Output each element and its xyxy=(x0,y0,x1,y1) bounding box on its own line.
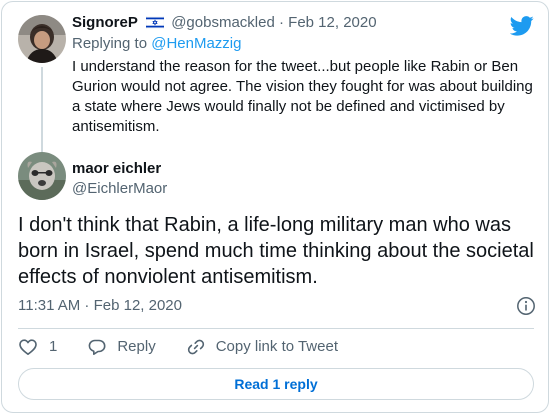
like-button[interactable]: 1 xyxy=(18,336,57,358)
tweet-timestamp[interactable]: 11:31 AM · Feb 12, 2020 xyxy=(18,297,182,314)
reply-button[interactable]: Reply xyxy=(87,336,156,358)
main-tweet-author: maor eichler @EichlerMaor xyxy=(18,152,528,204)
main-author-handle[interactable]: @EichlerMaor xyxy=(72,179,167,199)
parent-tweet-body: SignoreP @gobsmackled · Feb 12, 2020 Rep… xyxy=(72,13,533,137)
copy-link-button[interactable]: Copy link to Tweet xyxy=(186,336,338,358)
tweet-meta-row: 11:31 AM · Feb 12, 2020 xyxy=(18,296,536,316)
link-icon xyxy=(187,339,204,355)
parent-date-separator: · xyxy=(278,14,284,31)
reply-label: Reply xyxy=(117,338,156,355)
read-replies-button[interactable]: Read 1 reply xyxy=(18,368,534,400)
israel-flag-icon xyxy=(146,16,165,29)
replying-to-line: Replying to @HenMazzig xyxy=(72,34,532,54)
main-avatar[interactable] xyxy=(18,152,66,200)
parent-author-handle[interactable]: @gobsmackled xyxy=(171,14,275,31)
main-tweet-text: I don't think that Rabin, a life-long mi… xyxy=(18,214,534,288)
tweet-embed-card: SignoreP @gobsmackled · Feb 12, 2020 Rep… xyxy=(1,1,549,413)
parent-author-row: SignoreP @gobsmackled · Feb 12, 2020 xyxy=(72,13,532,33)
parent-avatar[interactable] xyxy=(18,15,66,63)
reply-bubble-icon xyxy=(88,339,106,355)
replying-to-prefix: Replying to xyxy=(72,35,152,52)
like-count: 1 xyxy=(49,338,58,355)
parent-tweet-text: I understand the reason for the tweet...… xyxy=(72,58,533,135)
copy-link-label: Copy link to Tweet xyxy=(215,338,338,355)
parent-date[interactable]: Feb 12, 2020 xyxy=(288,14,376,31)
replying-to-link[interactable]: @HenMazzig xyxy=(151,35,241,52)
action-bar: 1 Reply Copy link to Tweet xyxy=(18,336,368,358)
info-icon[interactable] xyxy=(516,296,536,316)
main-author-name[interactable]: maor eichler xyxy=(72,160,167,178)
parent-author-name[interactable]: SignoreP xyxy=(72,14,138,31)
thread-connector-line xyxy=(41,67,43,153)
action-divider xyxy=(18,328,534,329)
main-author-text: maor eichler @EichlerMaor xyxy=(72,160,167,199)
heart-icon xyxy=(19,339,37,355)
